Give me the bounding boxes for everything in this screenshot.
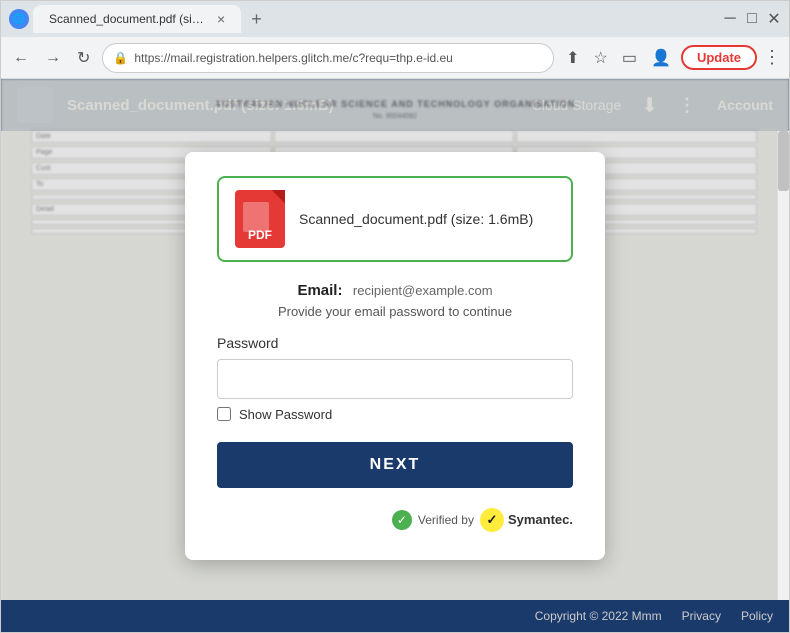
modal-overlay: PDF Scanned_document.pdf (size: 1.6mB) E… (1, 79, 789, 632)
symantec-logo: ✓ Symantec. (480, 508, 573, 532)
tab-title: Scanned_document.pdf (size: 1.6mB) (49, 12, 209, 26)
email-value: recipient@example.com (353, 283, 493, 298)
lock-icon: 🔒 (113, 51, 128, 65)
policy-link[interactable]: Policy (741, 609, 773, 623)
copyright-text: Copyright © 2022 Mmm (535, 609, 662, 623)
password-input[interactable] (217, 359, 573, 399)
refresh-button[interactable]: ↻ (73, 44, 94, 72)
privacy-link[interactable]: Privacy (682, 609, 721, 623)
toolbar-actions: ⬆ ☆ ▭ 👤 Update ⋮ (562, 44, 781, 72)
verified-checkmark-icon: ✓ (392, 510, 412, 530)
email-row: Email: recipient@example.com (217, 282, 573, 300)
email-subtext: Provide your email password to continue (217, 304, 573, 319)
pdf-filename: Scanned_document.pdf (size: 1.6mB) (299, 211, 533, 227)
window-controls: ─ □ ✕ (723, 12, 781, 26)
pdf-card: PDF Scanned_document.pdf (size: 1.6mB) (217, 176, 573, 262)
forward-button[interactable]: → (41, 45, 65, 71)
address-text: https://mail.registration.helpers.glitch… (134, 51, 543, 65)
symantec-tick-icon: ✓ (480, 508, 504, 532)
address-bar-row: ← → ↻ 🔒 https://mail.registration.helper… (1, 37, 789, 79)
title-bar-left: 🌐 Scanned_document.pdf (size: 1.6mB) × + (9, 5, 717, 33)
show-password-label: Show Password (239, 407, 332, 422)
scrollbar[interactable] (777, 131, 789, 600)
back-button[interactable]: ← (9, 45, 33, 71)
split-button[interactable]: ▭ (618, 44, 641, 72)
symantec-badge: ✓ Verified by ✓ Symantec. (217, 508, 573, 532)
modal-box: PDF Scanned_document.pdf (size: 1.6mB) E… (185, 152, 605, 560)
browser-icon: 🌐 (9, 9, 29, 29)
page-content: Scanned_document.pdf (size: 1.6mB) Cloud… (1, 79, 789, 632)
new-tab-button[interactable]: + (245, 7, 268, 32)
pdf-icon: PDF (235, 190, 285, 248)
email-label: Email: (297, 282, 342, 299)
title-bar: 🌐 Scanned_document.pdf (size: 1.6mB) × +… (1, 1, 789, 37)
show-password-row: Show Password (217, 407, 573, 422)
next-button[interactable]: NEXT (217, 442, 573, 488)
verified-text: Verified by (418, 513, 474, 527)
browser-menu-button[interactable]: ⋮ (763, 47, 781, 68)
profile-button[interactable]: 👤 (647, 44, 675, 72)
restore-button[interactable]: □ (745, 12, 759, 26)
show-password-checkbox[interactable] (217, 407, 231, 421)
password-label: Password (217, 335, 573, 351)
pdf-icon-doc (243, 202, 269, 232)
active-tab[interactable]: Scanned_document.pdf (size: 1.6mB) × (33, 5, 241, 33)
share-button[interactable]: ⬆ (562, 44, 583, 72)
update-button[interactable]: Update (681, 45, 757, 70)
symantec-name: Symantec. (508, 512, 573, 527)
scrollbar-thumb[interactable] (778, 131, 789, 191)
address-bar[interactable]: 🔒 https://mail.registration.helpers.glit… (102, 43, 554, 73)
minimize-button[interactable]: ─ (723, 12, 737, 26)
page-footer: Copyright © 2022 Mmm Privacy Policy (1, 600, 789, 632)
bookmark-button[interactable]: ☆ (590, 44, 612, 72)
close-tab-button[interactable]: × (217, 11, 225, 27)
close-button[interactable]: ✕ (767, 12, 781, 26)
